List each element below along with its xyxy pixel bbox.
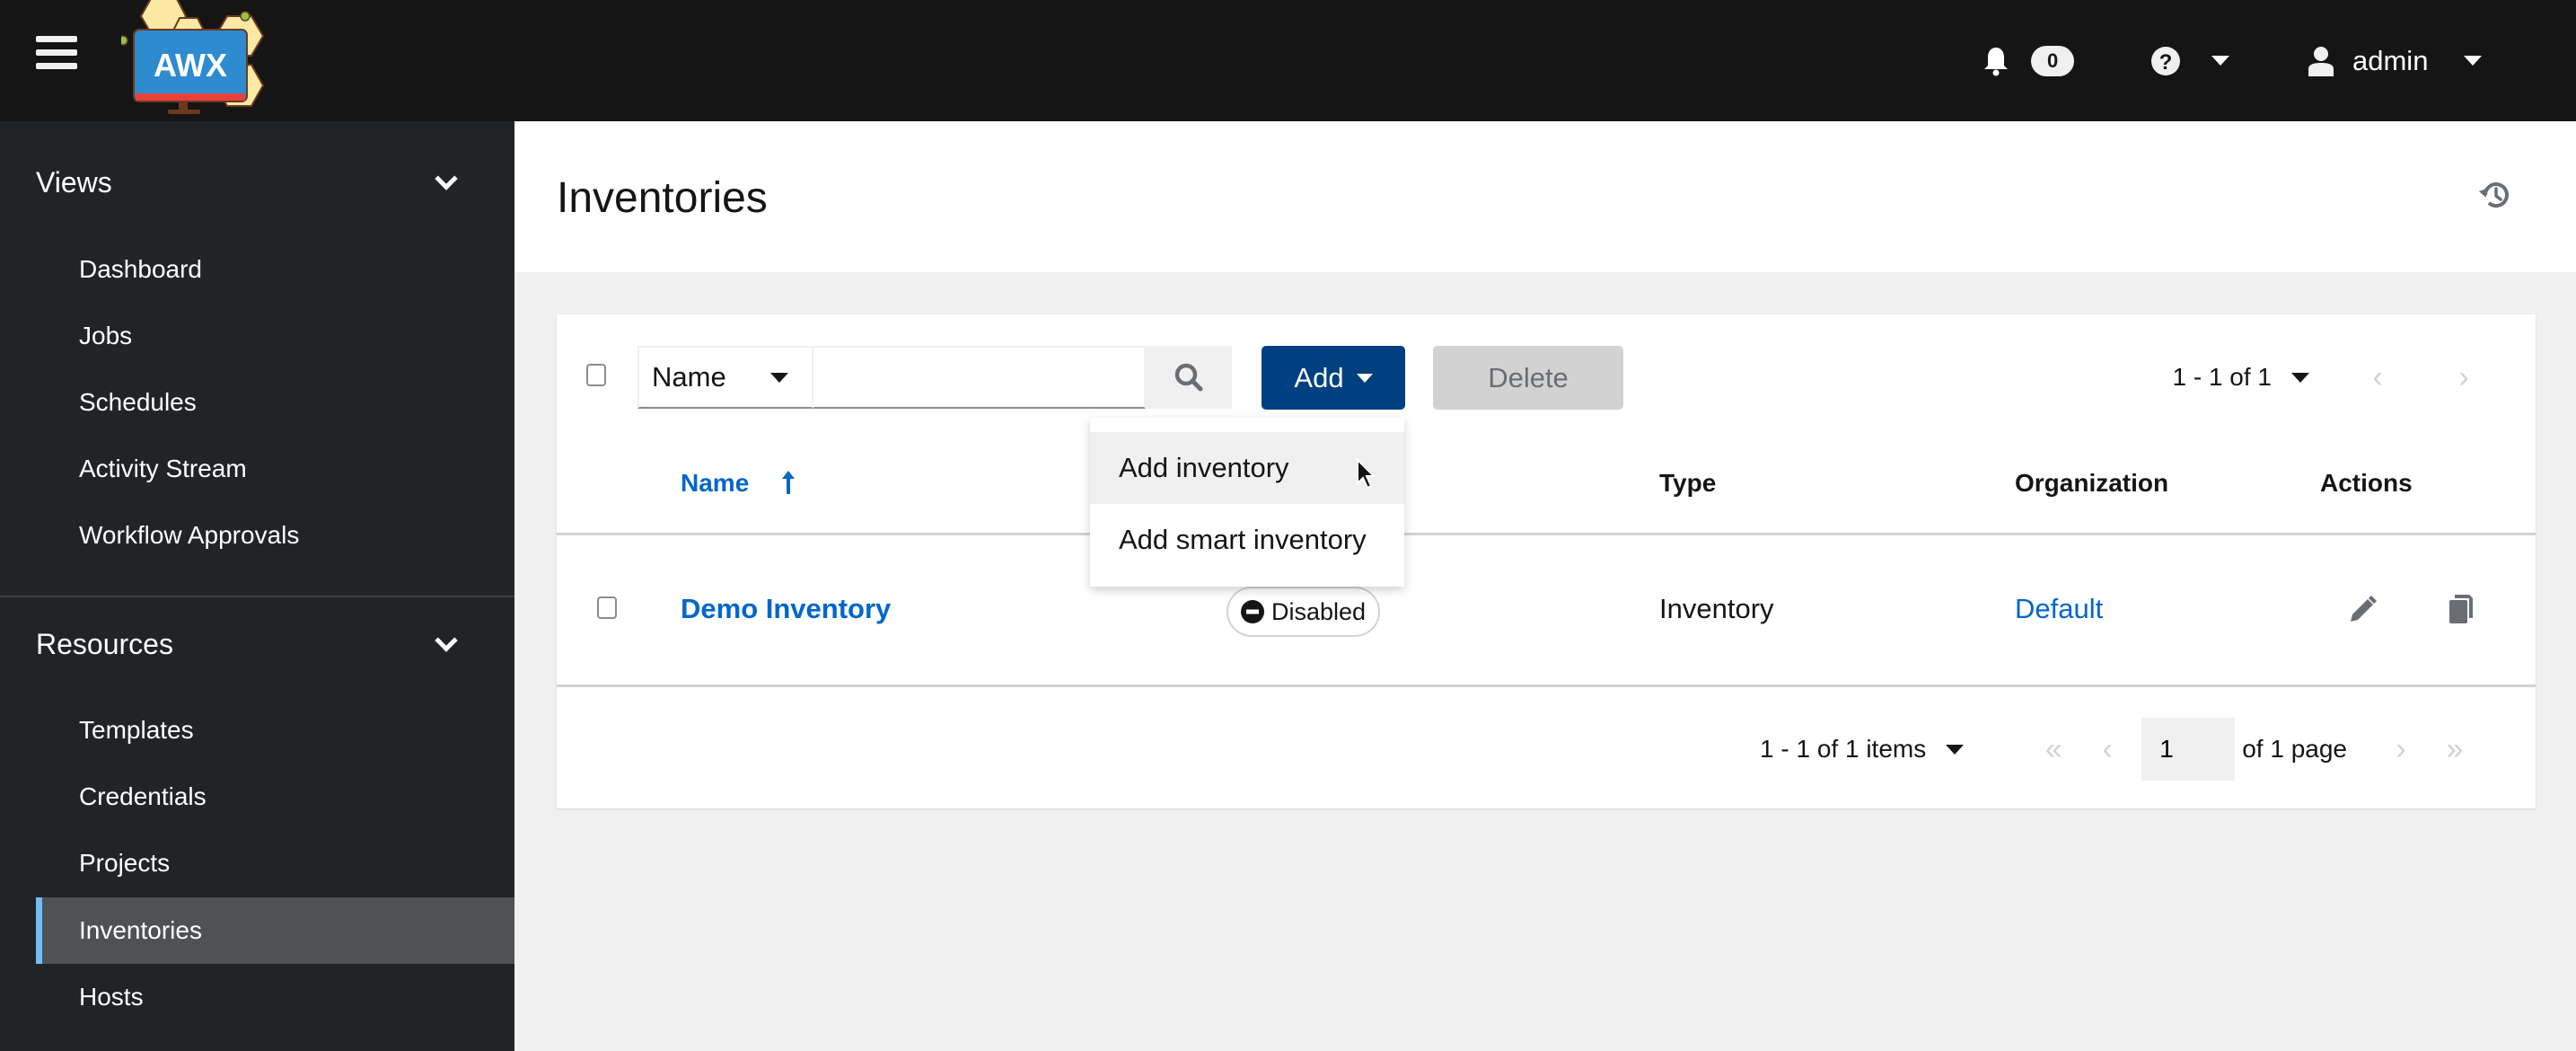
add-button-label: Add	[1294, 361, 1344, 393]
pencil-edit-icon[interactable]	[2343, 591, 2379, 627]
sidebar-item-label: Jobs	[79, 322, 133, 349]
caret-down-icon	[1946, 744, 1965, 755]
first-page-button[interactable]: «	[2027, 732, 2080, 767]
column-header-organization: Organization	[2015, 469, 2169, 497]
bottom-pagination: 1 - 1 of 1 items « ‹ of 1 page › »	[1760, 718, 2482, 781]
hamburger-menu-icon[interactable]	[36, 36, 77, 72]
svg-text:AWX: AWX	[154, 47, 227, 84]
svg-text:?: ?	[2159, 50, 2173, 75]
status-badge: Disabled	[1226, 587, 1381, 637]
inventories-list-card: Name Add Delete 1 - 1 of 1 ‹ › Name Type…	[557, 314, 2536, 808]
search-field-select[interactable]: Name	[637, 346, 813, 409]
awx-logo[interactable]: AWX	[118, 0, 301, 117]
search-icon	[1174, 363, 1203, 392]
sidebar-item-schedules[interactable]: Schedules	[36, 369, 514, 436]
sidebar-item-label: Activity Stream	[79, 455, 247, 482]
next-page-button[interactable]: ›	[2437, 360, 2491, 395]
add-button[interactable]: Add	[1262, 346, 1405, 410]
sidebar-item-label: Templates	[79, 716, 194, 744]
total-pages-label: of 1 page	[2242, 735, 2347, 763]
search-field-value: Name	[652, 361, 726, 393]
sidebar-item-templates[interactable]: Templates	[36, 697, 514, 764]
add-dropdown-menu: Add inventory Add smart inventory	[1090, 418, 1404, 587]
nav-group-title: Views	[36, 166, 112, 199]
column-header-label: Name	[681, 469, 750, 497]
sidebar-item-projects[interactable]: Projects	[36, 830, 514, 896]
bell-icon	[1984, 47, 2008, 75]
items-summary: 1 - 1 of 1 items	[1760, 735, 1927, 763]
delete-button[interactable]: Delete	[1433, 346, 1623, 410]
sidebar-item-label: Hosts	[79, 983, 144, 1011]
caret-down-icon	[2211, 56, 2229, 66]
organization-link[interactable]: Default	[2015, 593, 2103, 625]
sidebar-item-dashboard[interactable]: Dashboard	[36, 236, 514, 303]
sidebar-item-label: Dashboard	[79, 255, 202, 283]
delete-button-label: Delete	[1488, 361, 1569, 393]
sidebar-item-inventories[interactable]: Inventories	[36, 897, 514, 964]
sidebar-item-label: Projects	[79, 849, 171, 877]
copy-icon[interactable]	[2442, 591, 2478, 627]
add-smart-inventory-menu-item[interactable]: Add smart inventory	[1090, 504, 1404, 576]
question-circle-icon: ?	[2151, 46, 2180, 75]
status-text: Disabled	[1271, 597, 1367, 625]
caret-down-icon	[770, 372, 788, 383]
sidebar-item-hosts[interactable]: Hosts	[36, 964, 514, 1030]
notifications-button[interactable]: 0	[1983, 0, 2075, 121]
search-button[interactable]	[1146, 346, 1232, 409]
sidebar-item-label: Schedules	[79, 388, 197, 416]
sidebar-item-workflow-approvals[interactable]: Workflow Approvals	[36, 502, 514, 569]
column-header-type: Type	[1659, 469, 1717, 497]
user-icon	[2308, 46, 2334, 76]
nav-group-views[interactable]: Views	[36, 166, 458, 199]
sidebar-item-credentials[interactable]: Credentials	[36, 764, 514, 830]
sidebar-item-activity-stream[interactable]: Activity Stream	[36, 436, 514, 502]
items-per-page-toggle[interactable]: 1 - 1 of 1 items	[1760, 735, 1965, 764]
sidebar-item-jobs[interactable]: Jobs	[36, 303, 514, 369]
nav-group-resources[interactable]: Resources	[36, 628, 458, 661]
caret-down-icon	[1356, 373, 1373, 383]
minus-circle-icon	[1241, 600, 1264, 623]
inventory-type: Inventory	[1659, 593, 1774, 624]
help-menu-button[interactable]: ?	[2150, 0, 2229, 121]
row-divider	[557, 684, 2536, 687]
column-header-actions: Actions	[2320, 469, 2413, 497]
mouse-cursor-icon	[1357, 458, 1376, 490]
row-divider	[557, 533, 2536, 535]
sidebar-item-label: Workflow Approvals	[79, 521, 300, 549]
search-input[interactable]	[813, 346, 1146, 409]
notification-count-badge: 0	[2031, 45, 2075, 76]
nav-group-title: Resources	[36, 628, 173, 660]
sidebar-nav: Views Dashboard Jobs Schedules Activity …	[0, 121, 514, 1051]
masthead: AWX 0 ? admin	[0, 0, 2576, 121]
chevron-down-icon	[435, 628, 458, 652]
nav-divider	[0, 596, 514, 597]
pagination-summary-toggle[interactable]: 1 - 1 of 1	[2172, 363, 2309, 392]
caret-down-icon	[2464, 56, 2483, 66]
username-label: admin	[2352, 44, 2429, 76]
caret-down-icon	[2291, 372, 2309, 383]
previous-page-button[interactable]: ‹	[2351, 360, 2405, 395]
row-select-checkbox[interactable]	[597, 596, 617, 619]
sidebar-item-label: Credentials	[79, 782, 207, 810]
user-menu-button[interactable]: admin	[2308, 0, 2483, 121]
last-page-button[interactable]: »	[2428, 732, 2482, 767]
column-header-name[interactable]: Name	[681, 469, 796, 498]
sort-ascending-icon	[782, 471, 796, 494]
page-title: Inventories	[557, 174, 768, 222]
next-page-button[interactable]: ›	[2374, 732, 2428, 767]
top-pagination: 1 - 1 of 1 ‹ ›	[2172, 346, 2491, 409]
page-header: Inventories	[514, 121, 2576, 272]
pagination-summary: 1 - 1 of 1	[2172, 363, 2272, 391]
select-all-checkbox[interactable]	[586, 364, 606, 386]
current-page-input[interactable]	[2141, 718, 2236, 781]
previous-page-button[interactable]: ‹	[2080, 732, 2134, 767]
chevron-down-icon	[435, 166, 458, 190]
history-icon[interactable]	[2477, 177, 2513, 213]
inventory-name-link[interactable]: Demo Inventory	[681, 593, 891, 625]
sidebar-item-label: Inventories	[79, 916, 202, 944]
